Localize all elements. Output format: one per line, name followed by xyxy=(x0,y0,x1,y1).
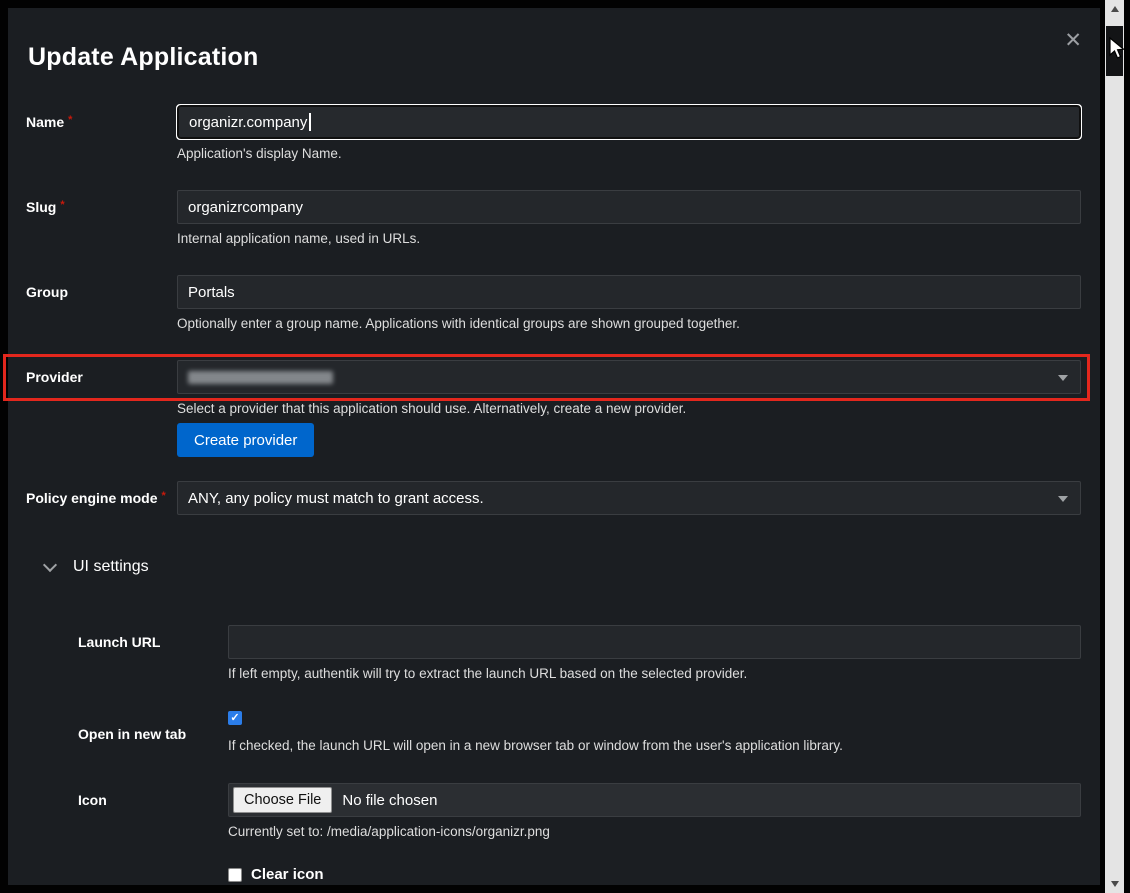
arrow-down-icon xyxy=(1111,881,1119,887)
scrollbar-up-arrow[interactable] xyxy=(1105,1,1124,17)
launch-url-label-text: Launch URL xyxy=(78,634,160,650)
name-input[interactable] xyxy=(177,105,1081,139)
provider-label-text: Provider xyxy=(26,369,83,385)
clear-icon-row: Clear icon xyxy=(78,866,1081,883)
open-in-new-tab-label-text: Open in new tab xyxy=(78,726,186,742)
policy-engine-mode-value: ANY, any policy must match to grant acce… xyxy=(188,490,484,507)
clear-icon-checkbox[interactable] xyxy=(228,868,242,882)
clear-icon-label: Clear icon xyxy=(251,866,324,883)
required-marker: * xyxy=(60,199,64,211)
policy-engine-mode-row: Policy engine mode * ANY, any policy must… xyxy=(26,481,1081,515)
name-help: Application's display Name. xyxy=(177,146,1081,162)
open-in-new-tab-checkbox[interactable]: ✓ xyxy=(228,711,242,725)
choose-file-button[interactable]: Choose File xyxy=(233,787,332,813)
icon-label-text: Icon xyxy=(78,792,107,808)
scrollbar[interactable] xyxy=(1105,0,1124,893)
screen: Update Application ✕ Name * Application's… xyxy=(0,0,1130,893)
policy-engine-mode-select[interactable]: ANY, any policy must match to grant acce… xyxy=(177,481,1081,515)
create-provider-button[interactable]: Create provider xyxy=(177,423,314,457)
group-label: Group xyxy=(26,284,176,301)
arrow-up-icon xyxy=(1111,6,1119,12)
group-field-row: Group Optionally enter a group name. App… xyxy=(26,275,1081,332)
provider-select[interactable] xyxy=(177,360,1081,394)
slug-help: Internal application name, used in URLs. xyxy=(177,231,1081,247)
slug-label: Slug * xyxy=(26,199,176,216)
provider-field-row: Provider Select a provider that this app… xyxy=(26,360,1081,457)
ui-settings-expander[interactable]: UI settings xyxy=(45,558,149,576)
name-label-text: Name xyxy=(26,114,64,130)
provider-help: Select a provider that this application … xyxy=(177,401,1081,417)
close-icon[interactable]: ✕ xyxy=(1064,30,1082,51)
required-marker: * xyxy=(161,490,165,502)
required-marker: * xyxy=(68,114,72,126)
scrollbar-thumb[interactable] xyxy=(1106,26,1123,76)
group-help: Optionally enter a group name. Applicati… xyxy=(177,316,1081,332)
check-icon: ✓ xyxy=(230,713,239,724)
launch-url-input[interactable] xyxy=(228,625,1081,659)
ui-settings-heading: UI settings xyxy=(73,558,149,576)
slug-input[interactable] xyxy=(177,190,1081,224)
icon-file-input[interactable]: Choose File No file chosen xyxy=(228,783,1081,817)
caret-down-icon xyxy=(1058,375,1068,381)
policy-engine-mode-label-text: Policy engine mode xyxy=(26,490,157,506)
launch-url-help: If left empty, authentik will try to ext… xyxy=(228,666,1081,682)
scrollbar-down-arrow[interactable] xyxy=(1105,876,1124,892)
open-in-new-tab-row: Open in new tab ✓ If checked, the launch… xyxy=(78,711,1081,754)
launch-url-label: Launch URL xyxy=(78,634,228,651)
provider-label: Provider xyxy=(26,369,176,386)
icon-help: Currently set to: /media/application-ico… xyxy=(228,824,1081,840)
name-label: Name * xyxy=(26,114,176,131)
policy-engine-mode-label: Policy engine mode * xyxy=(26,490,176,507)
group-input[interactable] xyxy=(177,275,1081,309)
name-field-row: Name * Application's display Name. xyxy=(26,105,1081,162)
file-status-text: No file chosen xyxy=(342,792,437,809)
slug-field-row: Slug * Internal application name, used in… xyxy=(26,190,1081,247)
open-in-new-tab-label: Open in new tab xyxy=(78,726,228,743)
open-in-new-tab-help: If checked, the launch URL will open in … xyxy=(228,738,1081,754)
text-caret xyxy=(309,113,311,131)
launch-url-row: Launch URL If left empty, authentik will… xyxy=(78,625,1081,682)
provider-redacted-value xyxy=(188,371,333,384)
update-application-modal: Update Application ✕ Name * Application's… xyxy=(8,8,1100,885)
icon-label: Icon xyxy=(78,792,228,809)
icon-field-row: Icon Choose File No file chosen Currentl… xyxy=(78,783,1081,840)
chevron-down-icon xyxy=(43,557,57,571)
caret-down-icon xyxy=(1058,496,1068,502)
group-label-text: Group xyxy=(26,284,68,300)
page-title: Update Application xyxy=(28,43,258,72)
slug-label-text: Slug xyxy=(26,199,56,215)
